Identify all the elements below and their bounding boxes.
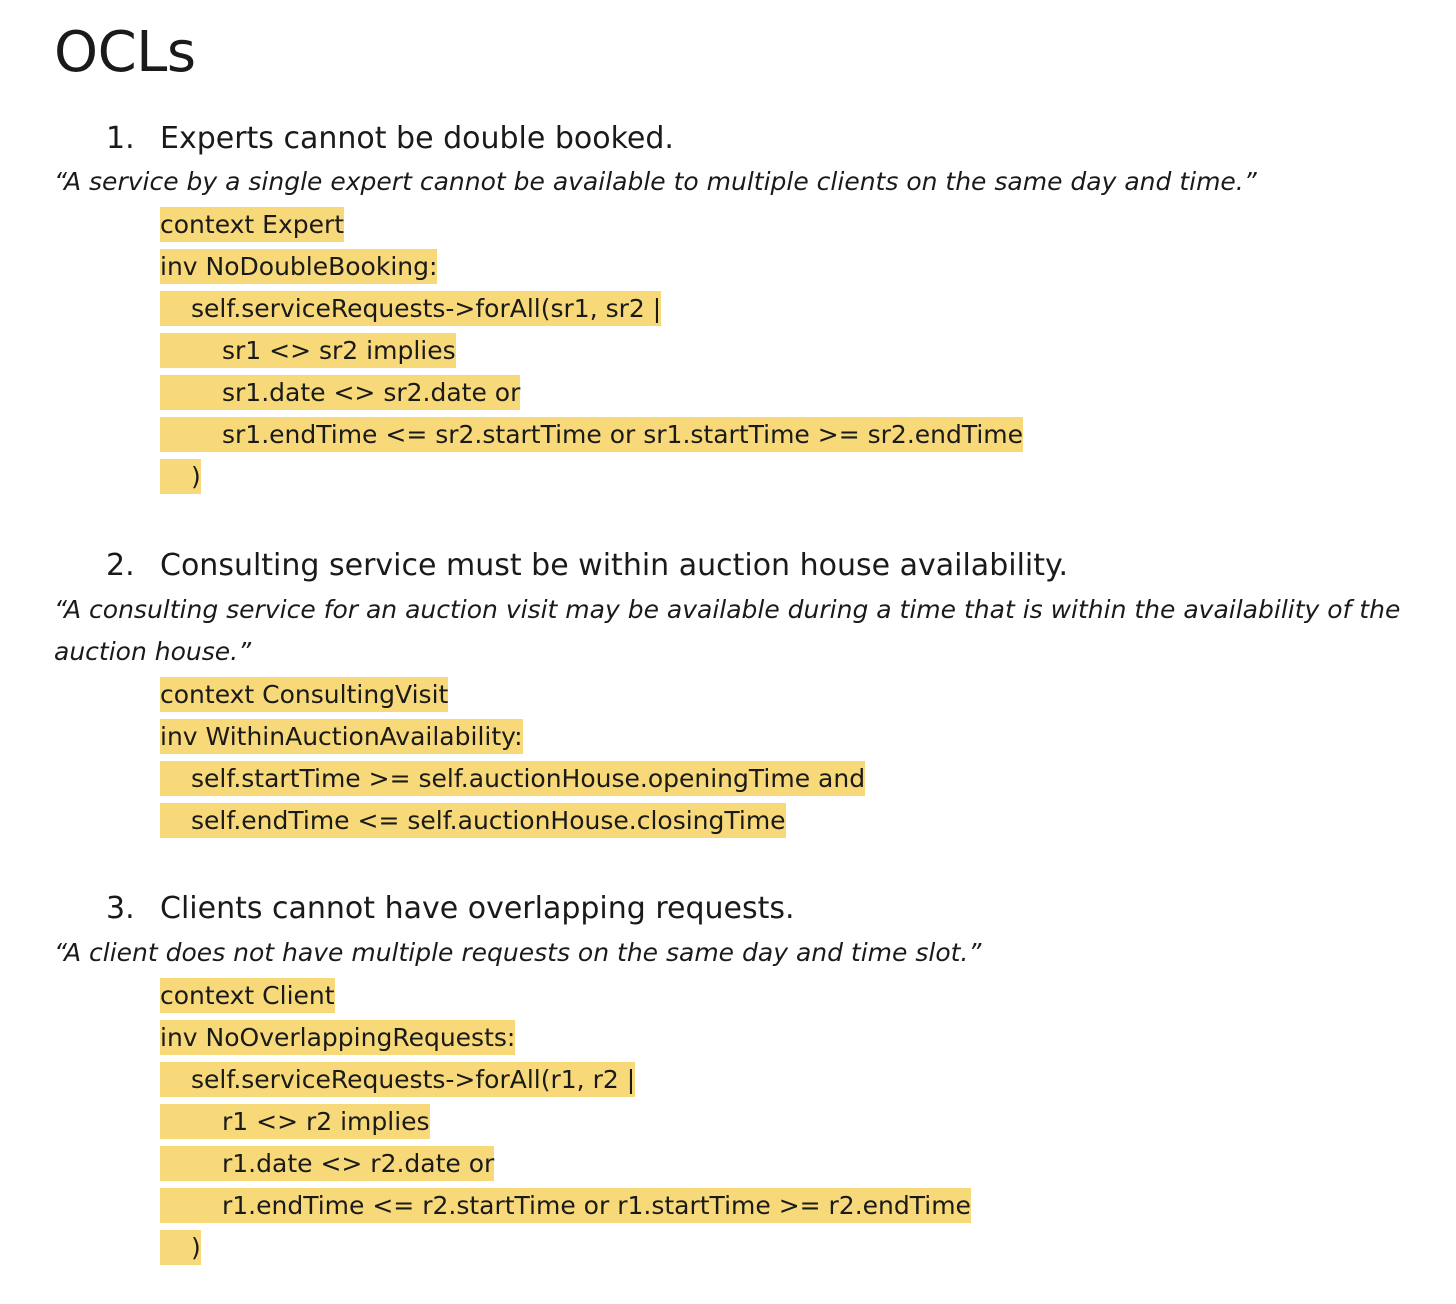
constraint-description: “A service by a single expert cannot be … bbox=[54, 167, 1257, 196]
page-title: OCLs bbox=[54, 20, 196, 85]
section-heading: 1. Experts cannot be double booked. bbox=[106, 117, 674, 159]
list-number: 3. bbox=[106, 890, 135, 926]
code-line: ) bbox=[160, 1226, 971, 1268]
document-page: OCLs 1. Experts cannot be double booked.… bbox=[0, 0, 1456, 1304]
section-heading: 2. Consulting service must be within auc… bbox=[106, 544, 1068, 586]
code-line: ) bbox=[160, 455, 1023, 497]
ocl-code-block: context Expert inv NoDoubleBooking: self… bbox=[160, 203, 1024, 497]
code-line: self.endTime <= self.auctionHouse.closin… bbox=[160, 799, 865, 841]
code-line: self.serviceRequests->forAll(sr1, sr2 | bbox=[160, 287, 1023, 329]
code-line: context Expert bbox=[160, 203, 1023, 245]
ocl-code-block: context Client inv NoOverlappingRequests… bbox=[160, 974, 971, 1268]
code-line: r1 <> r2 implies bbox=[160, 1100, 971, 1142]
code-line: r1.endTime <= r2.startTime or r1.startTi… bbox=[160, 1184, 971, 1226]
code-line: context ConsultingVisit bbox=[160, 673, 865, 715]
code-line: sr1.endTime <= sr2.startTime or sr1.star… bbox=[160, 413, 1024, 455]
code-line: sr1 <> sr2 implies bbox=[160, 329, 1023, 371]
code-line: sr1.date <> sr2.date or bbox=[160, 371, 1023, 413]
section-heading: 3. Clients cannot have overlapping reque… bbox=[106, 887, 795, 929]
code-line: context Client bbox=[160, 974, 971, 1016]
code-line: self.serviceRequests->forAll(r1, r2 | bbox=[160, 1058, 971, 1100]
code-line: inv WithinAuctionAvailability: bbox=[160, 715, 865, 757]
code-line: self.startTime >= self.auctionHouse.open… bbox=[160, 757, 866, 799]
list-number: 1. bbox=[106, 120, 135, 156]
constraint-description: “A client does not have multiple request… bbox=[54, 938, 982, 967]
code-line: inv NoOverlappingRequests: bbox=[160, 1016, 971, 1058]
list-number: 2. bbox=[106, 547, 135, 583]
ocl-code-block: context ConsultingVisit inv WithinAuctio… bbox=[160, 673, 866, 841]
code-line: inv NoDoubleBooking: bbox=[160, 245, 1023, 287]
section-title: Consulting service must be within auctio… bbox=[160, 547, 1069, 583]
code-line: r1.date <> r2.date or bbox=[160, 1142, 971, 1184]
section-title: Experts cannot be double booked. bbox=[160, 120, 674, 156]
section-title: Clients cannot have overlapping requests… bbox=[160, 890, 795, 926]
constraint-description: “A consulting service for an auction vis… bbox=[54, 595, 1401, 666]
